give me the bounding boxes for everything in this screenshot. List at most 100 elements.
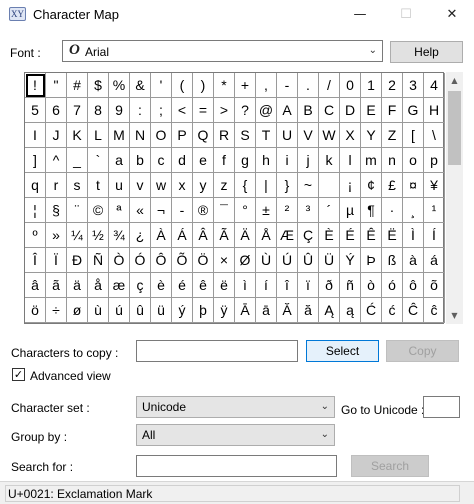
char-cell[interactable]: Ý: [340, 248, 361, 273]
char-cell[interactable]: î: [277, 273, 298, 298]
char-cell[interactable]: Ą: [319, 298, 340, 323]
char-cell[interactable]: ā: [256, 298, 277, 323]
char-cell[interactable]: -: [172, 198, 193, 223]
char-cell[interactable]: %: [109, 73, 130, 98]
maximize-button[interactable]: ☐: [386, 0, 426, 30]
char-cell[interactable]: ·: [382, 198, 403, 223]
char-cell[interactable]: ä: [67, 273, 88, 298]
scrollbar-thumb[interactable]: [448, 91, 461, 165]
grid-scrollbar[interactable]: ▲ ▼: [446, 72, 463, 324]
char-cell[interactable]: B: [298, 98, 319, 123]
char-cell[interactable]: ¼: [67, 223, 88, 248]
char-cell[interactable]: g: [235, 148, 256, 173]
char-cell[interactable]: À: [151, 223, 172, 248]
char-cell[interactable]: N: [130, 123, 151, 148]
char-cell[interactable]: _: [67, 148, 88, 173]
char-cell[interactable]: 2: [382, 73, 403, 98]
char-cell[interactable]: Õ: [172, 248, 193, 273]
char-cell[interactable]: ü: [151, 298, 172, 323]
char-cell[interactable]: s: [67, 173, 88, 198]
char-cell[interactable]: V: [298, 123, 319, 148]
char-cell[interactable]: ª: [109, 198, 130, 223]
char-cell[interactable]: P: [172, 123, 193, 148]
char-cell[interactable]: [: [403, 123, 424, 148]
char-cell[interactable]: e: [193, 148, 214, 173]
char-cell[interactable]: M: [109, 123, 130, 148]
char-cell[interactable]: 8: [88, 98, 109, 123]
char-cell[interactable]: Å: [256, 223, 277, 248]
char-cell[interactable]: m: [361, 148, 382, 173]
char-cell[interactable]: 6: [46, 98, 67, 123]
char-cell[interactable]: ú: [109, 298, 130, 323]
char-cell[interactable]: þ: [193, 298, 214, 323]
char-cell[interactable]: ò: [361, 273, 382, 298]
char-cell[interactable]: Q: [193, 123, 214, 148]
char-cell[interactable]: ^: [46, 148, 67, 173]
char-cell[interactable]: +: [235, 73, 256, 98]
scroll-up-icon[interactable]: ▲: [446, 72, 463, 89]
char-cell[interactable]: E: [361, 98, 382, 123]
char-cell[interactable]: l: [340, 148, 361, 173]
char-cell[interactable]: *: [214, 73, 235, 98]
char-cell[interactable]: §: [46, 198, 67, 223]
char-cell[interactable]: ½: [88, 223, 109, 248]
char-cell[interactable]: ß: [382, 248, 403, 273]
char-cell[interactable]: Á: [172, 223, 193, 248]
char-cell[interactable]: S: [235, 123, 256, 148]
char-cell[interactable]: £: [382, 173, 403, 198]
char-cell[interactable]: ö: [25, 298, 46, 323]
char-cell[interactable]: «: [130, 198, 151, 223]
char-cell[interactable]: 1: [361, 73, 382, 98]
char-cell[interactable]: æ: [109, 273, 130, 298]
char-cell[interactable]: \: [424, 123, 445, 148]
char-cell[interactable]: Ä: [235, 223, 256, 248]
char-cell[interactable]: 9: [109, 98, 130, 123]
char-cell[interactable]: Z: [382, 123, 403, 148]
char-cell[interactable]: ;: [151, 98, 172, 123]
char-cell[interactable]: q: [25, 173, 46, 198]
title-bar[interactable]: XY Character Map — ☐ ✕: [0, 0, 474, 30]
char-cell[interactable]: ): [193, 73, 214, 98]
char-cell[interactable]: ð: [319, 273, 340, 298]
char-cell[interactable]: 0: [340, 73, 361, 98]
char-cell[interactable]: â: [25, 273, 46, 298]
search-input[interactable]: [136, 455, 337, 477]
char-cell[interactable]: f: [214, 148, 235, 173]
char-cell[interactable]: c: [151, 148, 172, 173]
char-cell[interactable]: Ã: [214, 223, 235, 248]
char-cell[interactable]: T: [256, 123, 277, 148]
go-to-unicode-input[interactable]: [423, 396, 460, 418]
char-cell[interactable]: Î: [25, 248, 46, 273]
char-cell[interactable]: j: [298, 148, 319, 173]
char-cell[interactable]: Y: [361, 123, 382, 148]
char-cell[interactable]: Ü: [319, 248, 340, 273]
char-cell[interactable]: v: [130, 173, 151, 198]
char-cell[interactable]: Â: [193, 223, 214, 248]
char-cell[interactable]: ': [151, 73, 172, 98]
char-cell[interactable]: í: [256, 273, 277, 298]
char-cell[interactable]: 5: [25, 98, 46, 123]
char-cell[interactable]: ó: [382, 273, 403, 298]
char-cell[interactable]: ô: [403, 273, 424, 298]
char-cell[interactable]: ¹: [424, 198, 445, 223]
char-cell[interactable]: ¤: [403, 173, 424, 198]
char-cell[interactable]: ¦: [25, 198, 46, 223]
char-cell[interactable]: ê: [193, 273, 214, 298]
char-cell[interactable]: ³: [298, 198, 319, 223]
char-cell[interactable]: /: [319, 73, 340, 98]
char-cell[interactable]: é: [172, 273, 193, 298]
char-cell[interactable]: ÷: [46, 298, 67, 323]
char-cell[interactable]: ì: [235, 273, 256, 298]
char-cell[interactable]: W: [319, 123, 340, 148]
char-cell[interactable]: 7: [67, 98, 88, 123]
char-cell[interactable]: ¾: [109, 223, 130, 248]
char-cell[interactable]: @: [256, 98, 277, 123]
char-cell[interactable]: >: [214, 98, 235, 123]
char-cell[interactable]: <: [172, 98, 193, 123]
characters-to-copy-input[interactable]: [136, 340, 298, 362]
search-button[interactable]: Search: [351, 455, 429, 477]
char-cell[interactable]: ï: [298, 273, 319, 298]
char-cell[interactable]: H: [424, 98, 445, 123]
char-cell[interactable]: Ç: [298, 223, 319, 248]
char-cell[interactable]: É: [340, 223, 361, 248]
